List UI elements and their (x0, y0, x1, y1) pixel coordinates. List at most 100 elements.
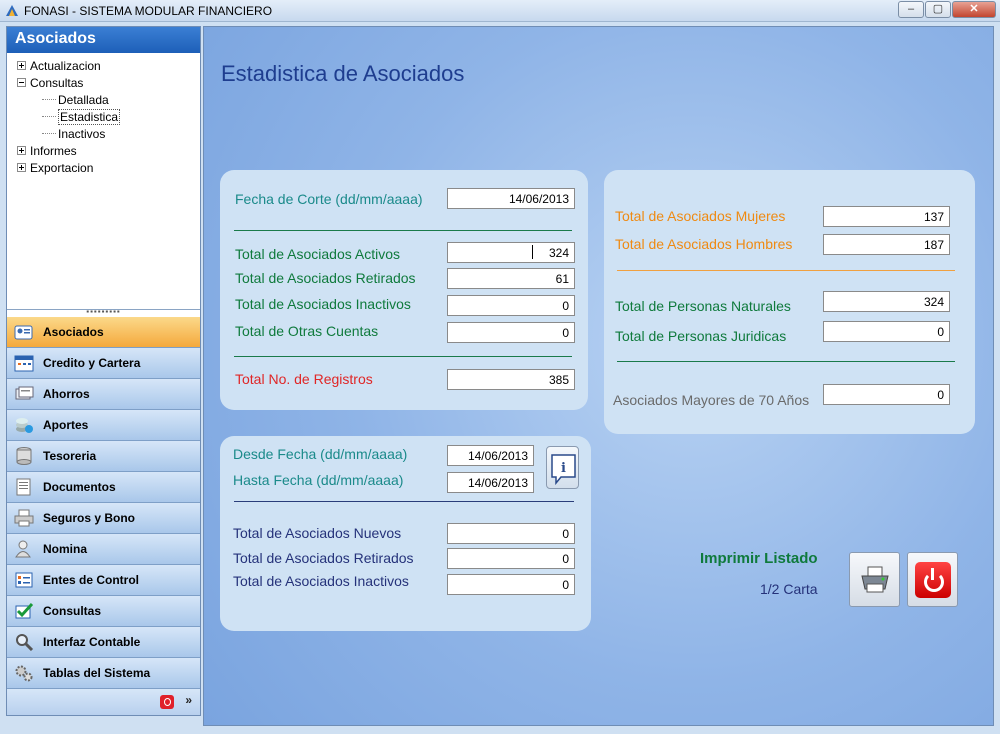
tree-label: Consultas (30, 75, 84, 90)
maximize-button[interactable]: ▢ (925, 1, 951, 18)
power-icon[interactable] (160, 695, 174, 709)
paper-size-label: 1/2 Carta (760, 581, 818, 597)
nav-label: Consultas (43, 604, 102, 618)
nav-label: Documentos (43, 480, 116, 494)
associates-card-icon (13, 322, 35, 342)
tree-item-informes[interactable]: Informes (17, 142, 200, 159)
documents-icon (13, 477, 35, 497)
tree-label-selected: Estadistica (58, 108, 121, 125)
sidebar: Asociados Actualizacion Consultas Detall… (6, 26, 201, 716)
coins-icon (13, 415, 35, 435)
info-button[interactable]: i (546, 446, 579, 489)
inactivos-rango-field[interactable]: 0 (447, 574, 575, 595)
nav-label: Aportes (43, 418, 89, 432)
nav-item-aportes[interactable]: Aportes (7, 410, 200, 441)
desde-fecha-label: Desde Fecha (dd/mm/aaaa) (233, 446, 408, 462)
nav-label: Nomina (43, 542, 88, 556)
desde-fecha-field[interactable]: 14/06/2013 (447, 445, 534, 466)
tree-item-inactivos[interactable]: Inactivos (17, 125, 200, 142)
nav-item-ahorros[interactable]: Ahorros (7, 379, 200, 410)
hombres-field[interactable]: 187 (823, 234, 950, 255)
window-title: FONASI - SISTEMA MODULAR FINANCIERO (24, 4, 273, 18)
nav-item-credito-y-cartera[interactable]: Credito y Cartera (7, 348, 200, 379)
print-listing-label: Imprimir Listado (700, 550, 818, 567)
panel-date-range: Desde Fecha (dd/mm/aaaa) 14/06/2013 Hast… (220, 436, 591, 631)
nav-item-consultas[interactable]: Consultas (7, 596, 200, 627)
app-logo-icon (6, 5, 18, 16)
divider (234, 230, 572, 231)
nav-label: Credito y Cartera (43, 356, 141, 370)
tree-item-consultas[interactable]: Consultas (17, 74, 200, 91)
inactivos-label: Total de Asociados Inactivos (235, 296, 411, 312)
nav-item-documentos[interactable]: Documentos (7, 472, 200, 503)
panel-totals: Fecha de Corte (dd/mm/aaaa) 14/06/2013 T… (220, 170, 588, 410)
mujeres-field[interactable]: 137 (823, 206, 950, 227)
tree-label: Inactivos (58, 126, 106, 141)
retirados-rango-label: Total de Asociados Retirados (233, 550, 414, 566)
tree-item-actualizacion[interactable]: Actualizacion (17, 57, 200, 74)
nav-item-tesoreria[interactable]: Tesoreria (7, 441, 200, 472)
otras-cuentas-field[interactable]: 0 (447, 322, 575, 343)
hasta-fecha-label: Hasta Fecha (dd/mm/aaaa) (233, 472, 404, 488)
power-icon (914, 561, 951, 598)
expand-icon[interactable] (17, 163, 26, 172)
splitter-grip[interactable]: ▪▪▪▪▪▪▪▪▪ (7, 308, 200, 316)
mayores-70-field[interactable]: 0 (823, 384, 950, 405)
printer-icon (13, 508, 35, 528)
nav-item-seguros-y-bono[interactable]: Seguros y Bono (7, 503, 200, 534)
nav-item-nomina[interactable]: Nomina (7, 534, 200, 565)
activos-value: 324 (548, 246, 569, 260)
activos-field[interactable]: 324 (447, 242, 575, 263)
expand-icon[interactable] (17, 146, 26, 155)
divider (234, 501, 574, 502)
module-nav: Asociados Credito y Cartera Ahorros Apor… (7, 317, 200, 689)
nav-label: Seguros y Bono (43, 511, 136, 525)
personas-juridicas-field[interactable]: 0 (823, 321, 950, 342)
panel-demographics: Total de Asociados Mujeres 137 Total de … (604, 170, 975, 434)
personas-naturales-field[interactable]: 324 (823, 291, 950, 312)
nuevos-field[interactable]: 0 (447, 523, 575, 544)
inactivos-rango-label: Total de Asociados Inactivos (233, 573, 409, 589)
nav-item-interfaz-contable[interactable]: Interfaz Contable (7, 627, 200, 658)
registros-field[interactable]: 385 (447, 369, 575, 390)
nav-label: Entes de Control (43, 573, 140, 587)
nav-item-asociados[interactable]: Asociados (7, 317, 200, 348)
gears-icon (13, 663, 35, 683)
print-button[interactable] (849, 552, 900, 607)
printer-icon (860, 566, 889, 592)
nav-label: Ahorros (43, 387, 90, 401)
sidebar-footer: » (7, 689, 200, 715)
collapse-icon[interactable] (17, 78, 26, 87)
retirados-rango-field[interactable]: 0 (447, 548, 575, 569)
divider (617, 270, 955, 271)
checklist-icon (13, 570, 35, 590)
tree-item-estadistica[interactable]: Estadistica (17, 108, 200, 125)
tree-label: Informes (30, 143, 77, 158)
tree-connector (42, 99, 56, 100)
minimize-button[interactable]: ‒ (898, 1, 924, 18)
hasta-fecha-field[interactable]: 14/06/2013 (447, 472, 534, 493)
navigation-tree: Actualizacion Consultas Detallada Estadi… (7, 53, 200, 310)
exit-button[interactable] (907, 552, 958, 607)
mayores-70-label: Asociados Mayores de 70 Años (613, 392, 810, 408)
savings-icon (13, 384, 35, 404)
check-icon (13, 601, 35, 621)
chevron-more-icon[interactable]: » (185, 693, 192, 707)
divider (617, 361, 955, 362)
close-button[interactable]: ✕ (952, 1, 996, 18)
nav-label: Asociados (43, 325, 104, 339)
inactivos-field[interactable]: 0 (447, 295, 575, 316)
nav-item-entes-de-control[interactable]: Entes de Control (7, 565, 200, 596)
retirados-field[interactable]: 61 (447, 268, 575, 289)
nav-item-tablas-del-sistema[interactable]: Tablas del Sistema (7, 658, 200, 689)
hombres-label: Total de Asociados Hombres (615, 236, 793, 252)
fecha-corte-field[interactable]: 14/06/2013 (447, 188, 575, 209)
otras-cuentas-label: Total de Otras Cuentas (235, 323, 379, 339)
divider (234, 356, 572, 357)
tree-label: Exportacion (30, 160, 94, 175)
tree-item-exportacion[interactable]: Exportacion (17, 159, 200, 176)
activos-label: Total de Asociados Activos (235, 246, 400, 262)
tree-connector (42, 133, 56, 134)
tree-item-detallada[interactable]: Detallada (17, 91, 200, 108)
expand-icon[interactable] (17, 61, 26, 70)
